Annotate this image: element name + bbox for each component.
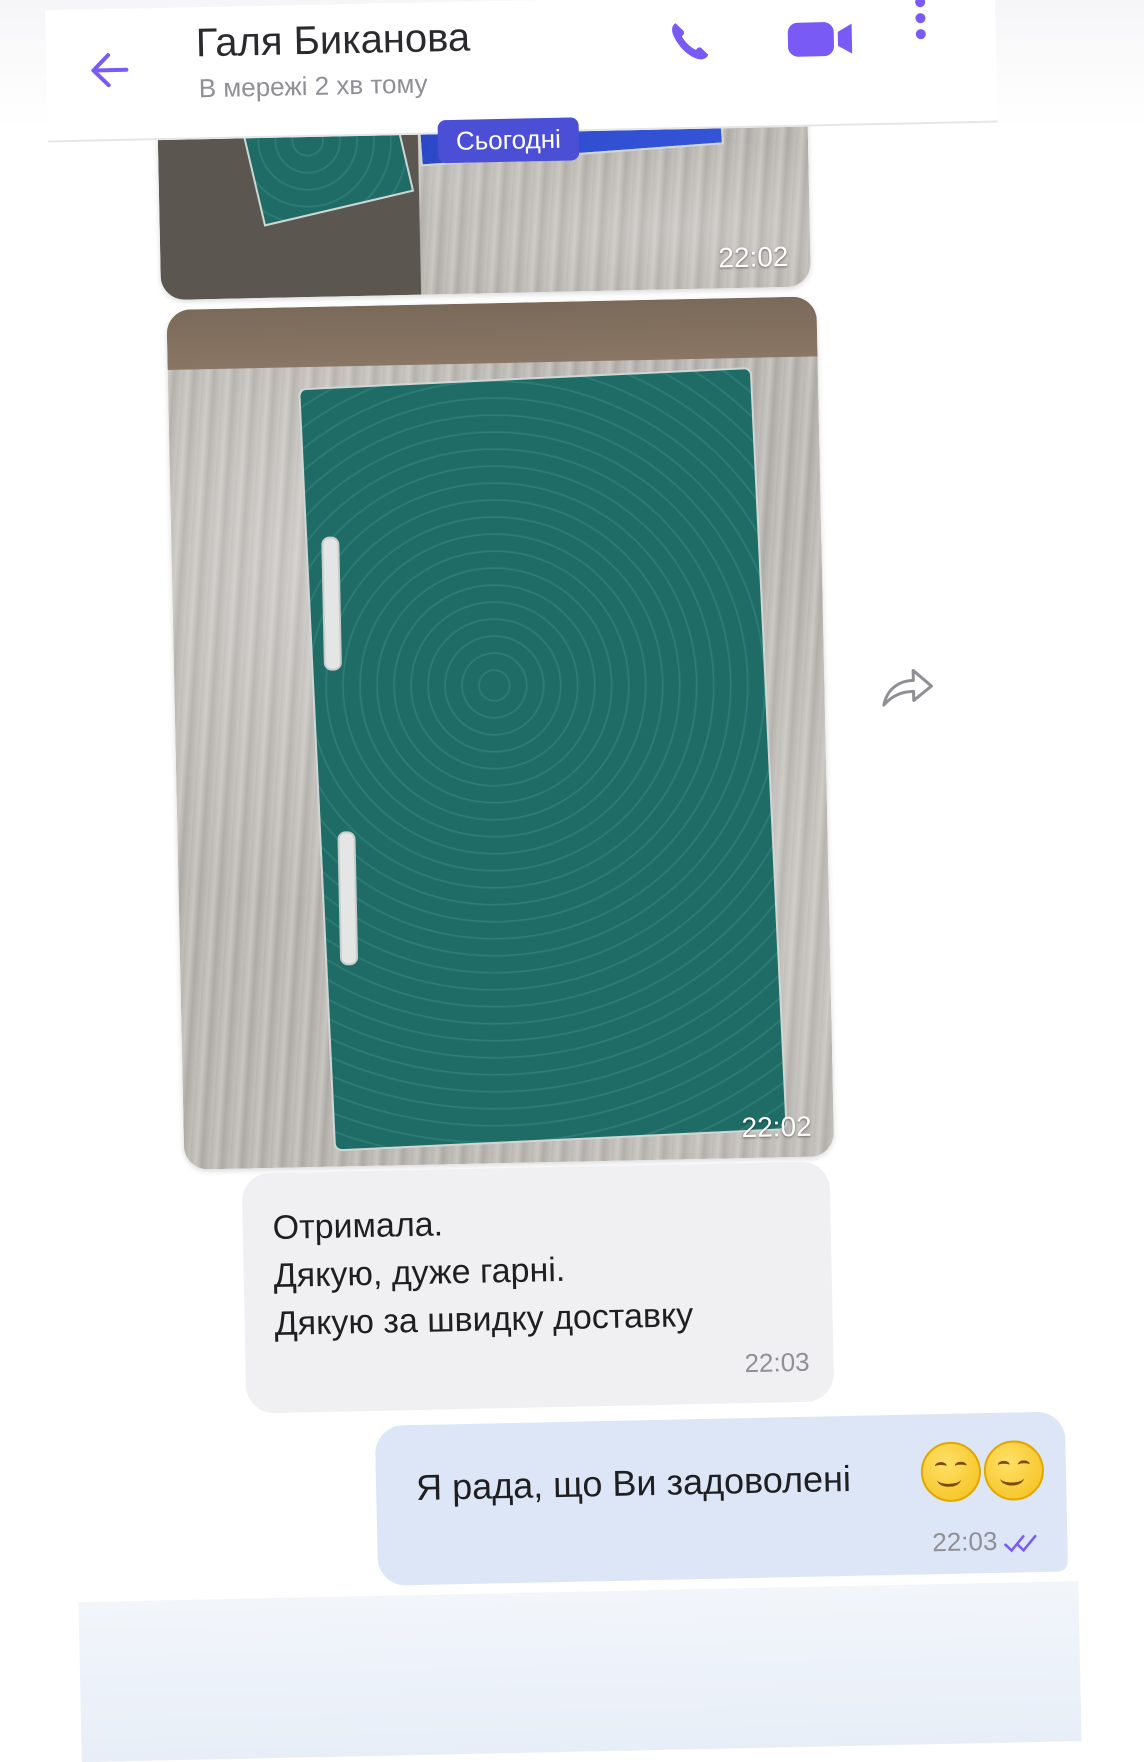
message-text-line: Отримала. [272,1205,444,1247]
emoji-mouth [999,1470,1025,1486]
emoji-mouth [936,1471,962,1488]
message-text: Я рада, що Ви задоволені [415,1457,852,1509]
composer-area [78,1581,1082,1762]
video-camera-icon[interactable] [785,14,856,63]
phone-icon[interactable] [665,16,714,65]
contact-name[interactable]: Галя Биканова [195,16,470,67]
double-check-icon [1003,1532,1039,1555]
photo-green-fabric [298,366,788,1152]
back-arrow-icon[interactable] [86,47,133,94]
message-list[interactable]: 22:02 22:02 Отримала. Дякую, дуже гарні.… [48,86,1082,1762]
message-text-line: Дякую за швидку доставку [274,1296,694,1343]
message-time: 22:03 [931,1525,998,1558]
chat-header: Галя Биканова В мережі 2 хв тому Сьогодн… [45,0,998,164]
more-vertical-icon[interactable] [911,0,930,44]
outgoing-message[interactable]: Я рада, що Ви задоволені 22:03 [374,1411,1069,1586]
message-time: 22:02 [718,240,789,274]
screenshot-stage: 22:02 22:02 Отримала. Дякую, дуже гарні.… [0,0,1144,1762]
forward-icon[interactable] [879,664,936,709]
emoji-eye [1017,1460,1030,1470]
incoming-message[interactable]: Отримала. Дякую, дуже гарні. Дякую за шв… [241,1161,835,1414]
photo-fabric-loop [337,831,359,966]
emoji-eye [954,1461,967,1471]
message-time: 22:02 [741,1110,812,1144]
message-text-line: Дякую, дуже гарні. [273,1250,566,1295]
chat-screen: 22:02 22:02 Отримала. Дякую, дуже гарні.… [45,0,1082,1762]
smiling-face-emoji [983,1439,1045,1502]
contact-status: В мережі 2 хв тому [198,68,428,104]
smiling-face-emoji [920,1441,982,1503]
emoji-eye [997,1460,1010,1470]
emoji-eye [934,1461,947,1472]
date-separator: Сьогодні [437,117,580,164]
message-time: 22:03 [744,1346,810,1379]
photo-message[interactable]: 22:02 [166,296,835,1170]
photo-fabric-loop [321,536,342,671]
